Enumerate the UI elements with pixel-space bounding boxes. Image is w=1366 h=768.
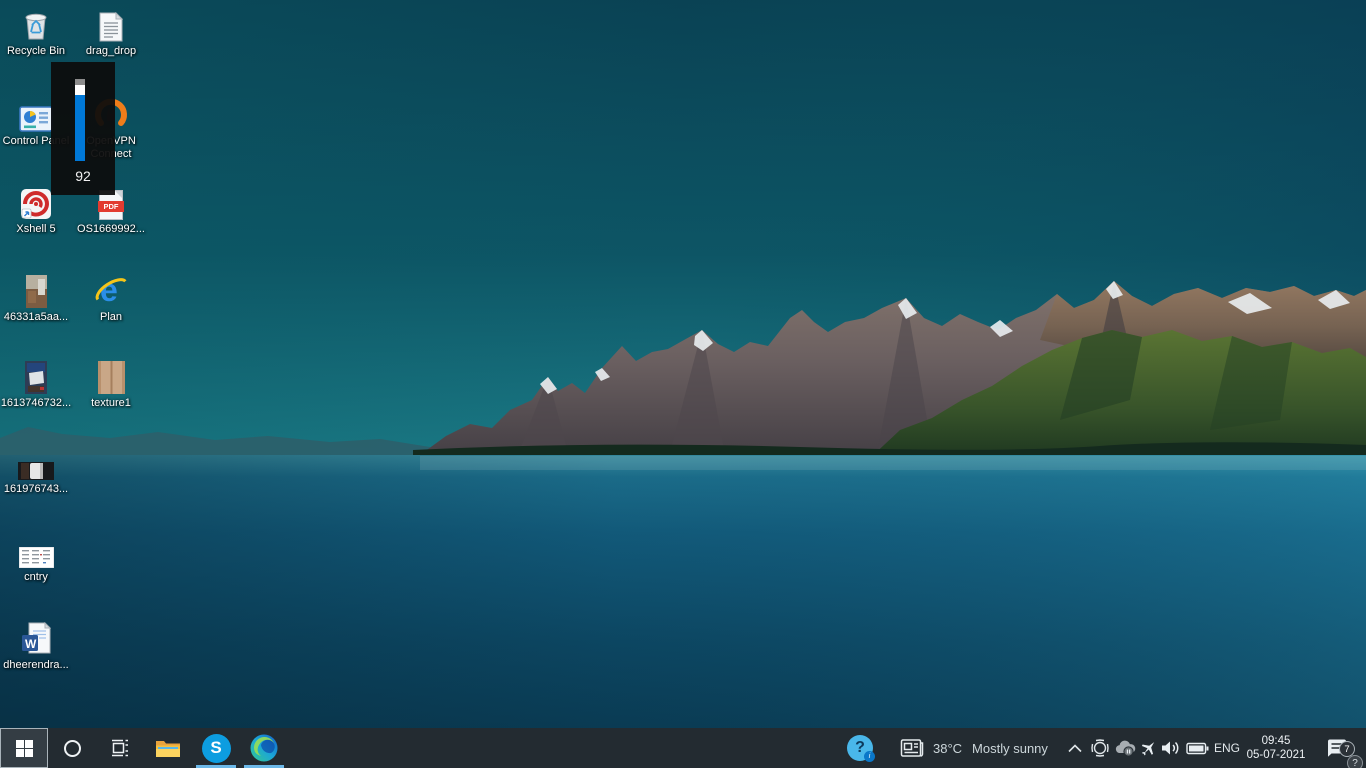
photo-thumbnail-icon — [26, 272, 47, 308]
osd-slider-thumb[interactable] — [75, 85, 85, 95]
icon-label: 1613746732... — [1, 397, 71, 410]
help-icon: ? i — [847, 735, 873, 761]
icon-label: drag_drop — [86, 45, 136, 58]
spreadsheet-thumbnail-icon — [19, 538, 54, 568]
task-view-icon — [109, 737, 131, 759]
corner-help-bubble[interactable]: ? — [1347, 755, 1363, 768]
desktop-icon-texture1[interactable]: texture1 — [75, 358, 147, 410]
news-weather-widget[interactable]: 38°C Mostly sunny — [890, 728, 1062, 768]
desktop-icon-161976743[interactable]: 161976743... — [0, 450, 72, 496]
tray-volume-button[interactable] — [1158, 728, 1184, 768]
airplane-icon — [1139, 739, 1158, 758]
task-view-button[interactable] — [96, 728, 144, 768]
clock-date: 05-07-2021 — [1247, 748, 1306, 762]
icon-label: 46331a5aa... — [4, 311, 68, 324]
word-letter: W — [25, 637, 37, 651]
speaker-icon — [1160, 739, 1182, 757]
icon-label: Recycle Bin — [7, 45, 65, 58]
clock[interactable]: 09:45 05-07-2021 — [1243, 728, 1309, 768]
capture-circle-icon — [1090, 738, 1110, 758]
file-explorer-button[interactable] — [144, 728, 192, 768]
texture-thumbnail-icon — [98, 358, 125, 394]
edge-button[interactable] — [240, 728, 288, 768]
icon-label: 161976743... — [4, 483, 68, 496]
desktop-icon-plan-ie[interactable]: e Plan — [75, 272, 147, 324]
start-button[interactable] — [0, 728, 48, 768]
icon-label: cntry — [24, 571, 48, 584]
word-document-icon: W — [21, 620, 51, 656]
recycle-bin-icon — [20, 6, 52, 42]
desktop-icon-drag-drop[interactable]: drag_drop — [75, 6, 147, 58]
desktop-icon-1613746732[interactable]: 1613746732... — [0, 358, 72, 410]
osd-slider[interactable] — [75, 79, 85, 161]
icon-label: texture1 — [91, 397, 131, 410]
tray-capture-button[interactable] — [1088, 728, 1112, 768]
skype-button[interactable]: S — [192, 728, 240, 768]
weather-temp: 38°C — [933, 741, 962, 756]
taskbar: S ? i — [0, 728, 1366, 768]
skype-letter: S — [210, 738, 221, 758]
cortana-icon — [64, 740, 81, 757]
help-info-dot: i — [864, 751, 875, 762]
tray-expand-button[interactable] — [1062, 728, 1088, 768]
desktop-icon-dheerendra[interactable]: W dheerendra... — [0, 620, 72, 672]
desktop-screen: Recycle Bin drag_drop — [0, 0, 1366, 768]
photo-thumbnail-icon — [18, 450, 54, 480]
tray-onedrive-button[interactable] — [1112, 728, 1137, 768]
pdf-badge: PDF — [98, 201, 124, 212]
news-icon — [900, 738, 925, 758]
icon-label: Plan — [100, 311, 122, 324]
icon-label: dheerendra... — [3, 659, 68, 672]
cloud-paused-icon — [1114, 739, 1136, 757]
xshell-icon — [20, 184, 52, 220]
language-label: ENG — [1214, 741, 1240, 755]
internet-explorer-icon: e — [93, 272, 129, 308]
battery-icon — [1186, 742, 1209, 755]
cortana-button[interactable] — [48, 728, 96, 768]
desktop-icon-46331a5aa[interactable]: 46331a5aa... — [0, 272, 72, 324]
osd-value: 92 — [51, 168, 115, 184]
osd-track-filled — [75, 95, 85, 161]
weather-condition: Mostly sunny — [972, 741, 1048, 756]
tray-airplane-button[interactable] — [1137, 728, 1160, 768]
edge-icon — [249, 733, 279, 763]
photo-thumbnail-icon — [25, 358, 47, 394]
desktop-icon-recycle-bin[interactable]: Recycle Bin — [0, 6, 72, 58]
control-panel-icon — [19, 96, 53, 132]
icon-label: OS1669992... — [77, 223, 145, 236]
tray-battery-button[interactable] — [1184, 728, 1211, 768]
skype-icon: S — [202, 734, 231, 763]
icon-label: Xshell 5 — [16, 223, 55, 236]
language-indicator[interactable]: ENG — [1211, 728, 1243, 768]
wallpaper-mountain-lake — [0, 0, 1366, 768]
clock-time: 09:45 — [1247, 734, 1306, 748]
osd-slider-panel: 92 — [51, 62, 115, 195]
desktop-icon-cntry[interactable]: cntry — [0, 538, 72, 584]
windows-logo-icon — [16, 740, 33, 757]
chevron-up-icon — [1068, 744, 1082, 753]
text-document-icon — [99, 6, 123, 42]
get-help-button[interactable]: ? i — [840, 728, 880, 768]
file-explorer-icon — [155, 737, 181, 759]
